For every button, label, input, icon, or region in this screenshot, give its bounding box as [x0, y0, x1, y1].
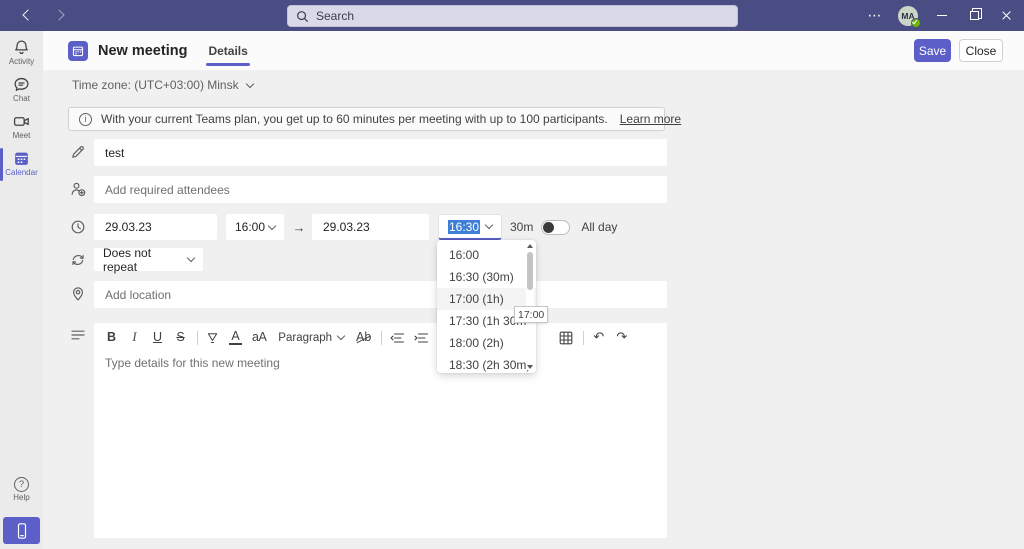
meeting-title-input[interactable]: [94, 139, 667, 166]
chevron-down-icon: [336, 331, 346, 341]
chevron-down-icon: [245, 79, 254, 88]
avatar[interactable]: MA: [898, 5, 921, 28]
main-panel: New meeting Details Save Close Time zone…: [43, 31, 1024, 549]
add-attendees-icon: [70, 181, 86, 197]
search-input[interactable]: Search: [287, 5, 738, 27]
paragraph-dropdown[interactable]: Paragraph: [278, 331, 346, 344]
strikethrough-button[interactable]: S: [174, 331, 187, 344]
minimize-icon: [937, 14, 947, 17]
search-icon: [296, 10, 309, 23]
start-date-input[interactable]: [94, 214, 217, 240]
clock-icon: [70, 219, 86, 235]
sidebar-item-calendar[interactable]: Calendar: [0, 150, 43, 177]
time-tooltip: 17:00: [514, 306, 549, 323]
timezone-label: Time zone: (UTC+03:00) Minsk: [72, 78, 239, 92]
forward-icon[interactable]: [53, 9, 65, 21]
insert-table-button[interactable]: [559, 331, 573, 345]
more-options-icon[interactable]: ⋯: [860, 7, 890, 24]
close-button[interactable]: Close: [959, 39, 1003, 62]
chevron-down-icon: [267, 221, 277, 230]
help-icon: ?: [14, 477, 29, 492]
toolbar-divider: [381, 330, 383, 345]
timezone-selector[interactable]: Time zone: (UTC+03:00) Minsk: [72, 78, 254, 92]
sidebar-item-meet[interactable]: Meet: [0, 113, 43, 140]
scrollbar-thumb[interactable]: [527, 252, 533, 290]
redo-button[interactable]: ↷: [615, 331, 628, 344]
phone-icon: [14, 522, 30, 540]
time-option[interactable]: 18:00 (2h): [437, 332, 536, 354]
font-size-button[interactable]: aA: [252, 331, 267, 344]
details-lines-icon: [70, 327, 86, 343]
bell-icon: [13, 39, 30, 56]
sidebar-item-activity[interactable]: Activity: [0, 39, 43, 66]
toggle-knob: [543, 221, 555, 233]
clear-formatting-button[interactable]: Ab: [356, 331, 371, 344]
formatting-toolbar: B I U S A aA Paragraph Ab ↶ ↷: [94, 323, 667, 352]
pencil-icon: [70, 144, 86, 160]
banner-text: With your current Teams plan, you get up…: [101, 112, 608, 126]
time-option[interactable]: 16:30 (30m): [437, 266, 536, 288]
restore-button[interactable]: [958, 0, 990, 31]
calendar-icon: [13, 150, 30, 167]
info-icon: i: [79, 112, 92, 126]
underline-button[interactable]: U: [151, 331, 164, 344]
sidebar-item-chat[interactable]: Chat: [0, 76, 43, 103]
close-icon: [1001, 10, 1012, 21]
mobile-app-button[interactable]: [3, 517, 40, 544]
all-day-label: All day: [581, 220, 618, 234]
sidebar-item-help[interactable]: ? Help: [0, 477, 43, 502]
location-pin-icon: [70, 286, 86, 302]
end-date-input[interactable]: [312, 214, 429, 240]
description-placeholder: Type details for this new meeting: [105, 356, 280, 370]
toolbar-divider: [583, 330, 585, 345]
bold-button[interactable]: B: [105, 331, 118, 344]
arrow-right-icon: →: [292, 219, 306, 235]
end-time-combobox[interactable]: 16:30: [438, 214, 502, 240]
save-button[interactable]: Save: [914, 39, 951, 62]
search-placeholder: Search: [316, 9, 355, 23]
indent-button[interactable]: [414, 332, 429, 344]
highlight-button[interactable]: [206, 331, 219, 344]
tab-details[interactable]: Details: [206, 44, 251, 66]
duration-label: 30m: [510, 220, 534, 234]
attendees-input[interactable]: [94, 176, 667, 203]
start-time-combobox[interactable]: 16:00: [226, 214, 284, 240]
learn-more-link[interactable]: Learn more: [620, 112, 681, 126]
time-option[interactable]: 16:00: [437, 244, 536, 266]
minimize-button[interactable]: [926, 0, 958, 31]
repeat-icon: [70, 252, 86, 268]
time-option[interactable]: 18:30 (2h 30m): [437, 354, 536, 373]
meeting-header: New meeting Details Save Close: [43, 31, 1024, 70]
repeat-dropdown[interactable]: Does not repeat: [94, 246, 203, 274]
close-window-button[interactable]: [990, 0, 1022, 31]
location-input[interactable]: [94, 281, 667, 308]
presence-available-icon: [910, 18, 921, 28]
datetime-row: 16:00 → 16:30 30m All day: [94, 214, 617, 240]
sidebar: Activity Chat Meet Calendar ? Help: [0, 31, 43, 549]
chevron-down-icon: [484, 220, 494, 230]
back-icon[interactable]: [22, 9, 34, 21]
font-color-button[interactable]: A: [229, 330, 242, 346]
plan-info-banner: i With your current Teams plan, you get …: [68, 107, 681, 131]
restore-icon: [969, 8, 983, 20]
selected-time-text: 16:30: [448, 219, 481, 234]
chat-icon: [13, 76, 30, 93]
description-editor[interactable]: B I U S A aA Paragraph Ab ↶ ↷ Type detai…: [94, 323, 667, 538]
calendar-badge-icon: [68, 40, 88, 61]
toolbar-divider: [197, 330, 198, 345]
outdent-button[interactable]: [390, 332, 405, 344]
all-day-toggle[interactable]: [541, 219, 571, 235]
scroll-up-icon[interactable]: [526, 244, 533, 248]
page-title: New meeting: [98, 42, 188, 59]
undo-button[interactable]: ↶: [592, 331, 605, 344]
chevron-down-icon: [186, 253, 196, 263]
italic-button[interactable]: I: [128, 331, 141, 344]
video-camera-icon: [13, 113, 30, 130]
scroll-down-icon[interactable]: [526, 365, 533, 369]
titlebar: Search ⋯ MA: [0, 0, 1024, 31]
